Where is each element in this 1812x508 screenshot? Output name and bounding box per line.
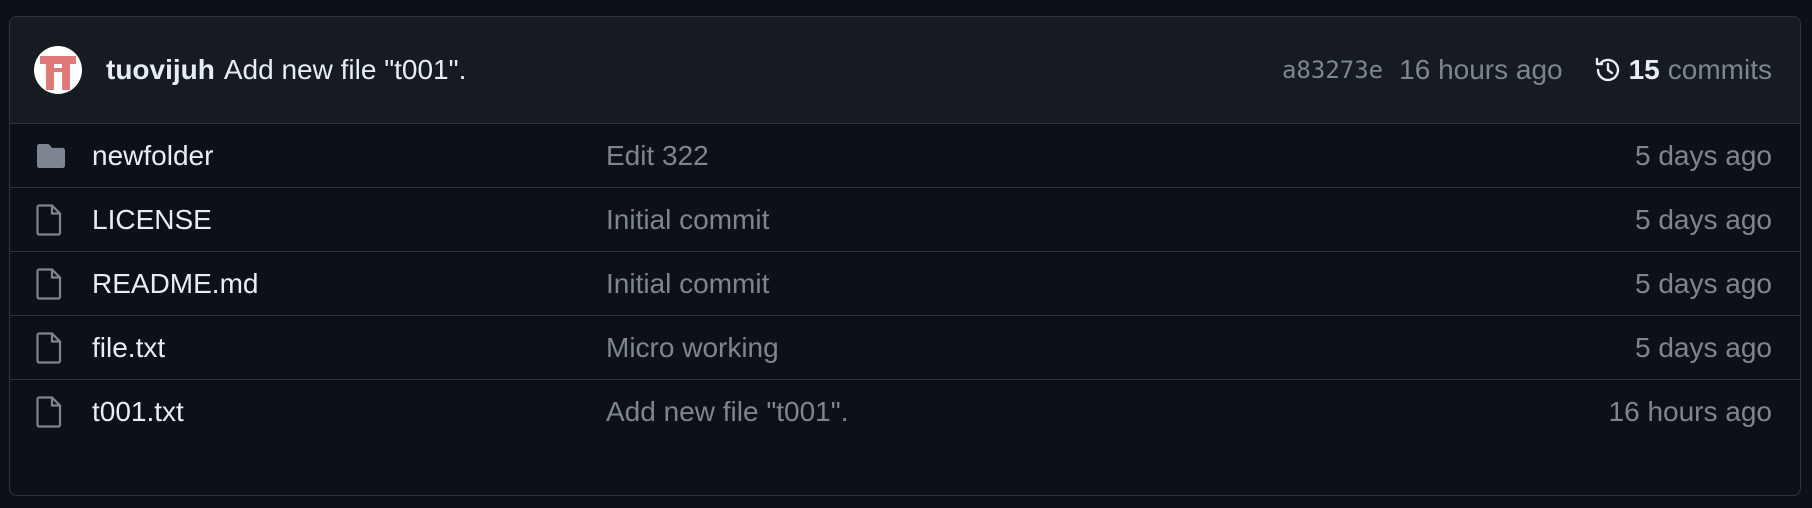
file-icon (10, 331, 92, 364)
file-commit-message-link[interactable]: Add new file "t001". (606, 396, 1609, 428)
file-row[interactable]: file.txt Micro working 5 days ago (10, 316, 1800, 380)
commits-history-link[interactable]: 15 commits (1593, 54, 1772, 86)
folder-icon (10, 143, 92, 169)
file-icon (10, 267, 92, 300)
file-name-link[interactable]: file.txt (92, 332, 606, 364)
file-name-link[interactable]: t001.txt (92, 396, 606, 428)
commit-sha-link[interactable]: a83273e (1282, 56, 1383, 84)
file-commit-date: 5 days ago (1635, 203, 1772, 235)
file-commit-message-link[interactable]: Micro working (606, 332, 1635, 364)
latest-commit-header: tuovijuh Add new file "t001". a83273e 16… (10, 17, 1800, 124)
author-avatar[interactable] (34, 46, 82, 94)
file-commit-date: 5 days ago (1635, 331, 1772, 363)
file-commit-date: 16 hours ago (1608, 396, 1772, 427)
commit-count-label: commits (1667, 54, 1772, 85)
file-name-link[interactable]: LICENSE (92, 204, 606, 236)
file-commit-message-link[interactable]: Initial commit (606, 204, 1635, 236)
file-name-link[interactable]: newfolder (92, 140, 606, 172)
file-commit-date: 5 days ago (1635, 139, 1772, 171)
file-row[interactable]: newfolder Edit 322 5 days ago (10, 124, 1800, 188)
file-row[interactable]: README.md Initial commit 5 days ago (10, 252, 1800, 316)
file-icon (10, 396, 92, 428)
file-commit-message-link[interactable]: Initial commit (606, 268, 1635, 300)
commit-author-link[interactable]: tuovijuh (106, 54, 215, 86)
commit-time: 16 hours ago (1399, 54, 1563, 85)
history-icon (1593, 55, 1623, 85)
file-icon (10, 203, 92, 236)
file-commit-message-link[interactable]: Edit 322 (606, 140, 1635, 172)
file-row[interactable]: t001.txt Add new file "t001". 16 hours ago (10, 380, 1800, 444)
file-browser-box: tuovijuh Add new file "t001". a83273e 16… (9, 16, 1801, 496)
file-name-link[interactable]: README.md (92, 268, 606, 300)
file-commit-date: 5 days ago (1635, 267, 1772, 299)
commit-message-link[interactable]: Add new file "t001". (224, 54, 466, 86)
file-row[interactable]: LICENSE Initial commit 5 days ago (10, 188, 1800, 252)
file-list: newfolder Edit 322 5 days ago LICENSE Initia… (10, 124, 1800, 444)
commit-count: 15 (1628, 54, 1660, 85)
